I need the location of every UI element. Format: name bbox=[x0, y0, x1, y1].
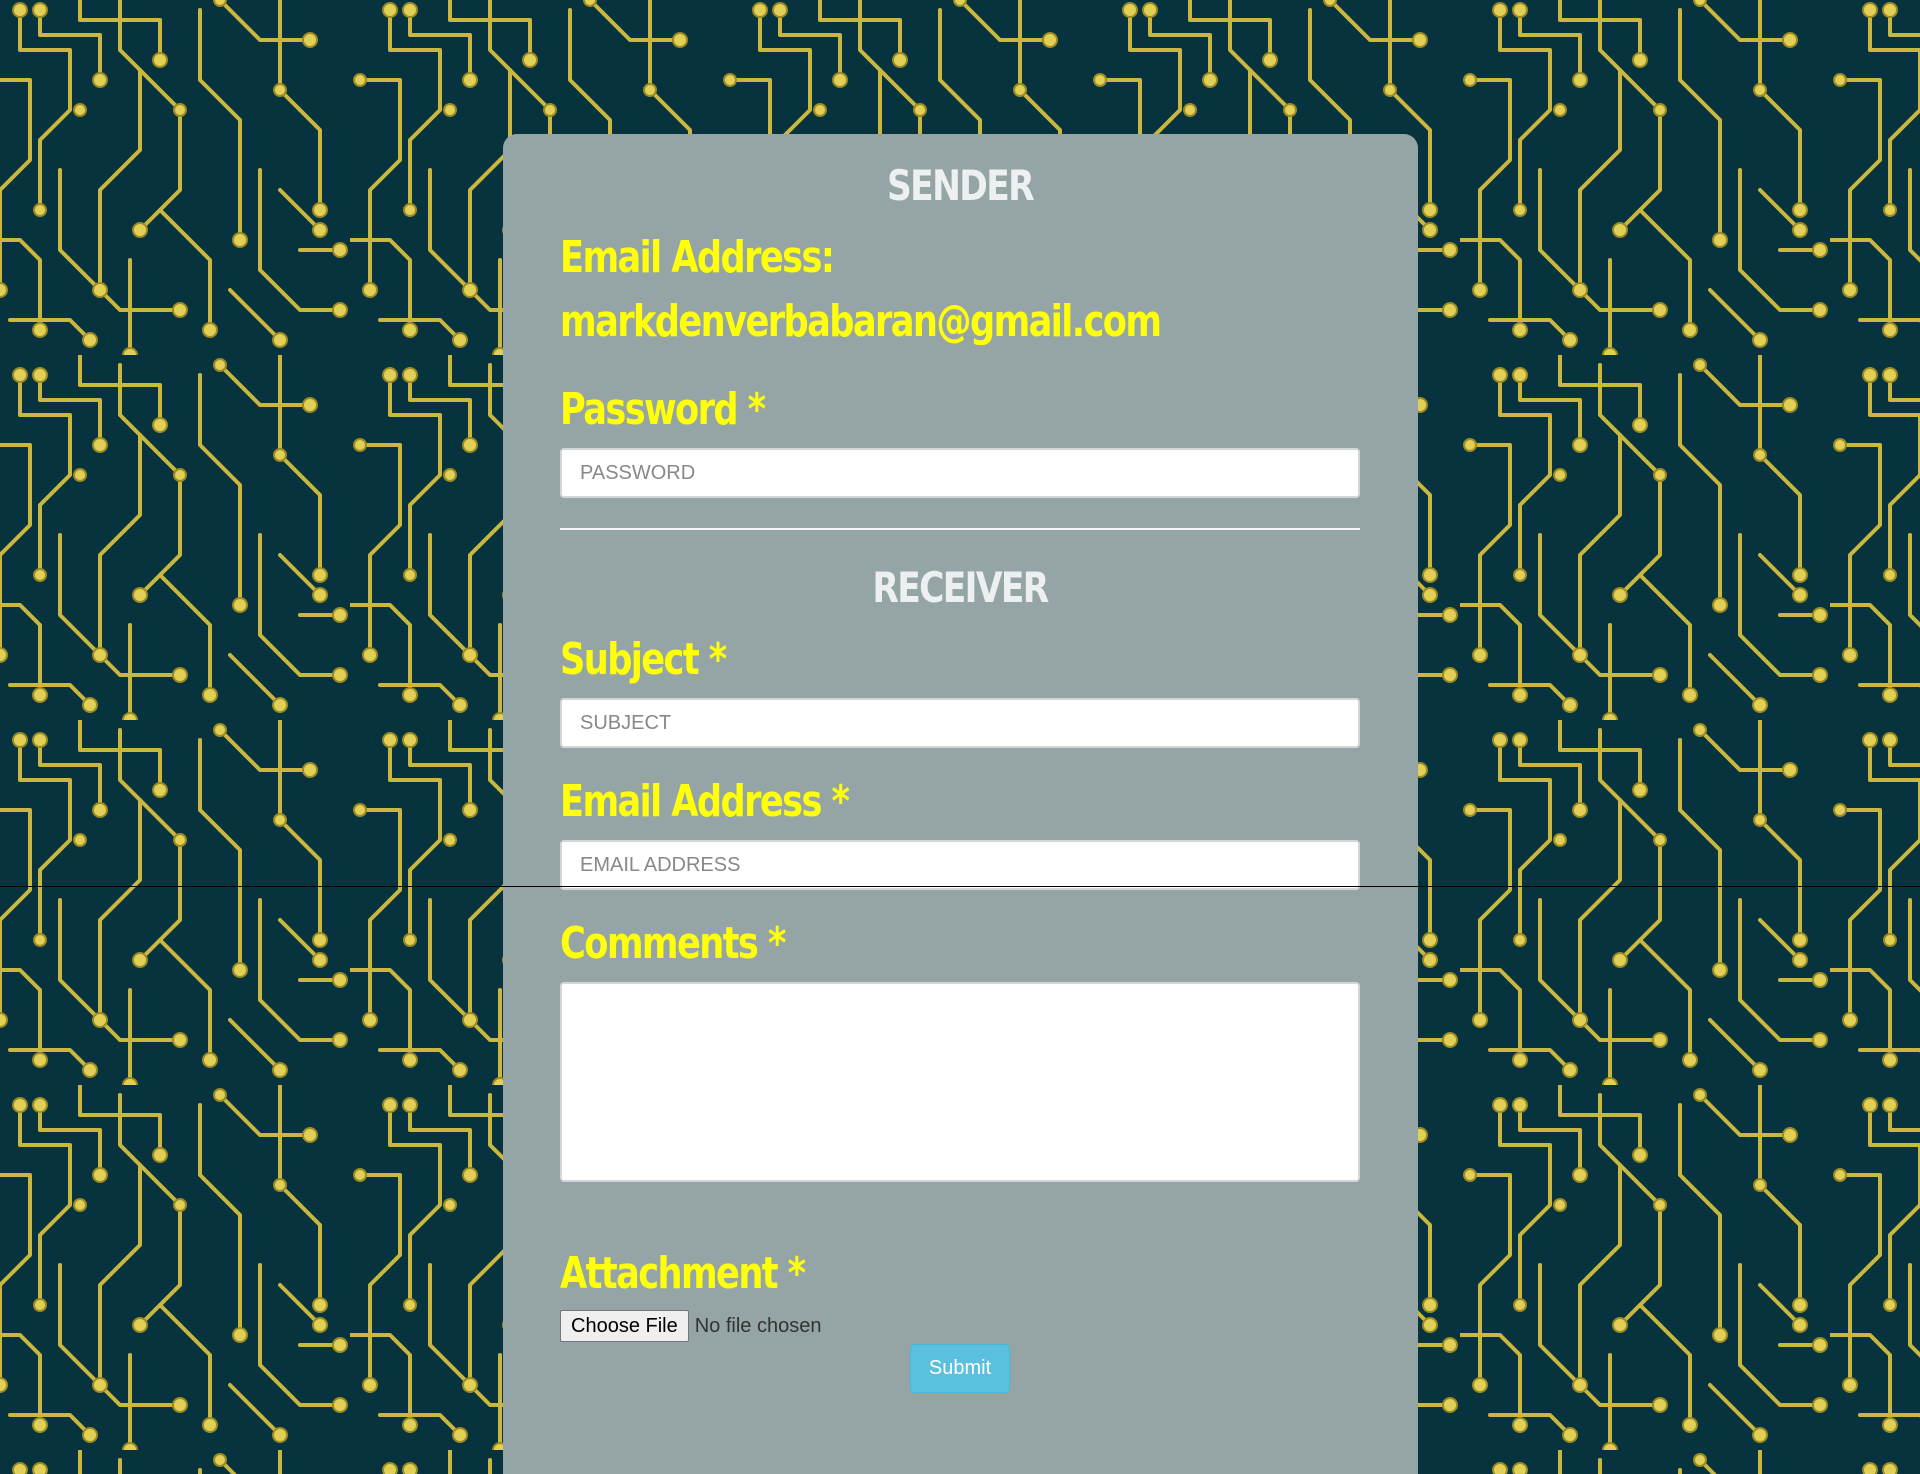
horizontal-scan-line bbox=[0, 886, 1920, 887]
sender-email-label: Email Address: bbox=[560, 232, 835, 283]
sender-section-title: SENDER bbox=[887, 161, 1035, 210]
receiver-email-label: Email Address * bbox=[560, 776, 850, 827]
receiver-email-input[interactable] bbox=[560, 840, 1360, 890]
comments-textarea[interactable] bbox=[560, 982, 1360, 1182]
password-label: Password * bbox=[560, 384, 766, 435]
sender-email-value: markdenverbabaran@gmail.com bbox=[560, 296, 1162, 347]
email-form-card: SENDER Email Address: markdenverbabaran@… bbox=[503, 134, 1418, 1474]
password-input[interactable] bbox=[560, 448, 1360, 498]
submit-button[interactable]: Submit bbox=[909, 1344, 1011, 1393]
attachment-label: Attachment * bbox=[560, 1248, 806, 1299]
subject-label: Subject * bbox=[560, 634, 727, 685]
section-divider bbox=[560, 528, 1360, 530]
submit-row: Submit bbox=[560, 1344, 1360, 1393]
choose-file-button[interactable]: Choose File bbox=[560, 1310, 689, 1342]
receiver-section-title: RECEIVER bbox=[872, 563, 1049, 612]
comments-label: Comments * bbox=[560, 918, 786, 969]
file-status-text: No file chosen bbox=[694, 1314, 822, 1337]
file-input[interactable]: Choose File No file chosen bbox=[560, 1310, 1360, 1342]
subject-input[interactable] bbox=[560, 698, 1360, 748]
